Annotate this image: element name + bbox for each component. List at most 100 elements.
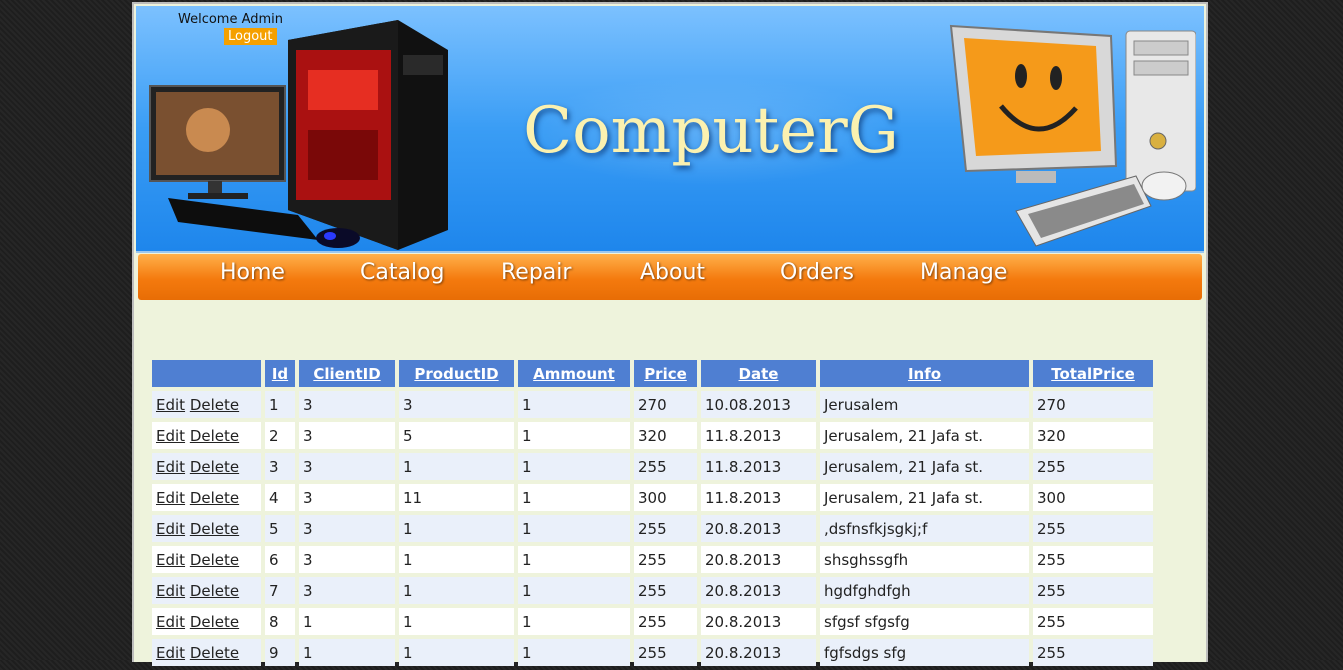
column-header-price: Price (634, 360, 697, 387)
row-actions-cell: Edit Delete (152, 639, 261, 666)
cell-totalprice: 255 (1033, 577, 1153, 604)
column-header-clientid: ClientID (299, 360, 395, 387)
nav-home[interactable]: Home (220, 260, 285, 285)
nav-repair[interactable]: Repair (501, 260, 571, 285)
delete-link[interactable]: Delete (190, 551, 239, 569)
sort-link-clientid[interactable]: ClientID (313, 365, 380, 383)
sort-link-date[interactable]: Date (739, 365, 779, 383)
cell-price: 255 (634, 608, 697, 635)
row-actions-cell: Edit Delete (152, 484, 261, 511)
edit-link[interactable]: Edit (156, 489, 185, 507)
cell-productid: 1 (399, 577, 514, 604)
delete-link[interactable]: Delete (190, 489, 239, 507)
cell-info: sfgsf sfgsfg (820, 608, 1029, 635)
delete-link[interactable]: Delete (190, 427, 239, 445)
delete-link[interactable]: Delete (190, 520, 239, 538)
cell-date: 11.8.2013 (701, 453, 816, 480)
edit-link[interactable]: Edit (156, 396, 185, 414)
sort-link-id[interactable]: Id (272, 365, 288, 383)
sort-link-info[interactable]: Info (908, 365, 941, 383)
table-row: Edit Delete 2 3 5 1 320 11.8.2013 Jerusalem, 21… (152, 422, 1153, 449)
cell-date: 20.8.2013 (701, 546, 816, 573)
edit-link[interactable]: Edit (156, 458, 185, 476)
row-actions-cell: Edit Delete (152, 546, 261, 573)
column-header-id: Id (265, 360, 295, 387)
cell-productid: 3 (399, 391, 514, 418)
nav-about[interactable]: About (640, 260, 705, 285)
table-row: Edit Delete 3 3 1 1 255 11.8.2013 Jerusalem, 21… (152, 453, 1153, 480)
delete-link[interactable]: Delete (190, 644, 239, 662)
cell-clientid: 1 (299, 639, 395, 666)
cell-info: Jerusalem, 21 Jafa st. (820, 422, 1029, 449)
cell-date: 20.8.2013 (701, 577, 816, 604)
nav-catalog[interactable]: Catalog (360, 260, 445, 285)
sort-link-totalprice[interactable]: TotalPrice (1051, 365, 1135, 383)
table-body: Edit Delete 1 3 3 1 270 10.08.2013 Jerusalem 270… (152, 391, 1153, 666)
cell-info: fgfsdgs sfg (820, 639, 1029, 666)
cell-ammount: 1 (518, 639, 630, 666)
table-row: Edit Delete 1 3 3 1 270 10.08.2013 Jerusalem 270 (152, 391, 1153, 418)
cell-productid: 1 (399, 639, 514, 666)
cell-ammount: 1 (518, 546, 630, 573)
cell-productid: 5 (399, 422, 514, 449)
cell-totalprice: 255 (1033, 515, 1153, 542)
cell-productid: 1 (399, 608, 514, 635)
column-header-info: Info (820, 360, 1029, 387)
nav-orders[interactable]: Orders (780, 260, 854, 285)
edit-link[interactable]: Edit (156, 644, 185, 662)
cell-clientid: 3 (299, 515, 395, 542)
delete-link[interactable]: Delete (190, 396, 239, 414)
gaming-pc-image (149, 20, 448, 250)
cell-info: Jerusalem, 21 Jafa st. (820, 453, 1029, 480)
cell-ammount: 1 (518, 484, 630, 511)
edit-link[interactable]: Edit (156, 520, 185, 538)
sort-link-ammount[interactable]: Ammount (533, 365, 615, 383)
cell-price: 255 (634, 515, 697, 542)
cell-date: 20.8.2013 (701, 515, 816, 542)
cell-totalprice: 300 (1033, 484, 1153, 511)
cell-totalprice: 255 (1033, 608, 1153, 635)
cell-ammount: 1 (518, 453, 630, 480)
orders-table: Id ClientID ProductID Ammount Price Date… (148, 356, 1157, 670)
main-nav: Home Catalog Repair About Orders Manage (138, 254, 1202, 300)
sort-link-productid[interactable]: ProductID (414, 365, 498, 383)
table-row: Edit Delete 9 1 1 1 255 20.8.2013 fgfsdgs sfg 25… (152, 639, 1153, 666)
table-row: Edit Delete 6 3 1 1 255 20.8.2013 shsghssgfh 255 (152, 546, 1153, 573)
cell-clientid: 3 (299, 546, 395, 573)
cell-price: 255 (634, 639, 697, 666)
nav-manage[interactable]: Manage (920, 260, 1007, 285)
cell-id: 6 (265, 546, 295, 573)
cell-clientid: 3 (299, 391, 395, 418)
row-actions-cell: Edit Delete (152, 515, 261, 542)
cell-price: 255 (634, 546, 697, 573)
edit-link[interactable]: Edit (156, 551, 185, 569)
table-row: Edit Delete 5 3 1 1 255 20.8.2013 ,dsfnsfkjsgkj… (152, 515, 1153, 542)
delete-link[interactable]: Delete (190, 613, 239, 631)
cell-clientid: 1 (299, 608, 395, 635)
sort-link-price[interactable]: Price (644, 365, 687, 383)
cell-id: 3 (265, 453, 295, 480)
edit-link[interactable]: Edit (156, 582, 185, 600)
cell-info: ,dsfnsfkjsgkj;f (820, 515, 1029, 542)
delete-link[interactable]: Delete (190, 458, 239, 476)
cell-id: 5 (265, 515, 295, 542)
cell-id: 8 (265, 608, 295, 635)
edit-link[interactable]: Edit (156, 613, 185, 631)
column-header-actions (152, 360, 261, 387)
cell-date: 11.8.2013 (701, 484, 816, 511)
cell-clientid: 3 (299, 422, 395, 449)
cell-info: hgdfghdfgh (820, 577, 1029, 604)
table-row: Edit Delete 8 1 1 1 255 20.8.2013 sfgsf sfgsfg 2… (152, 608, 1153, 635)
row-actions-cell: Edit Delete (152, 422, 261, 449)
cell-ammount: 1 (518, 608, 630, 635)
cell-price: 300 (634, 484, 697, 511)
cell-price: 270 (634, 391, 697, 418)
cell-clientid: 3 (299, 577, 395, 604)
row-actions-cell: Edit Delete (152, 577, 261, 604)
cell-price: 255 (634, 577, 697, 604)
cell-date: 20.8.2013 (701, 608, 816, 635)
row-actions-cell: Edit Delete (152, 391, 261, 418)
column-header-date: Date (701, 360, 816, 387)
edit-link[interactable]: Edit (156, 427, 185, 445)
delete-link[interactable]: Delete (190, 582, 239, 600)
